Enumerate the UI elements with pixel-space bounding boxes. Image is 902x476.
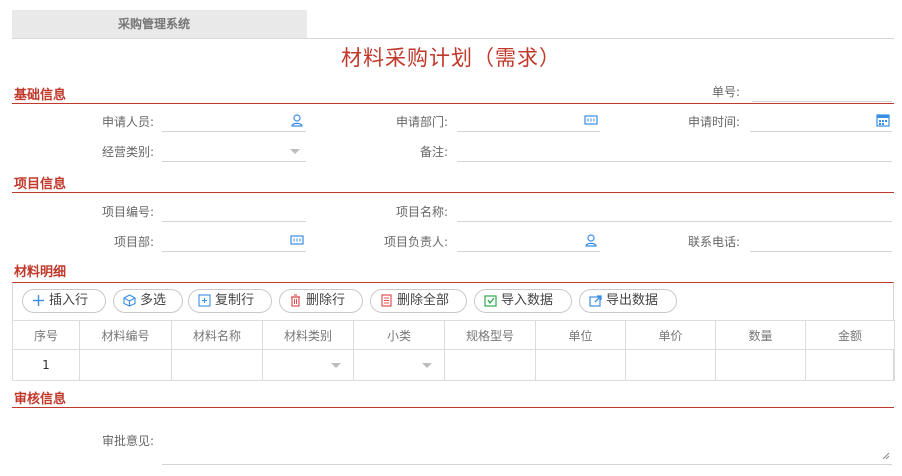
cell-unit-price[interactable] xyxy=(625,349,716,381)
clear-all-icon xyxy=(381,294,392,307)
project-dept-field[interactable] xyxy=(162,228,306,252)
multi-select-label: 多选 xyxy=(140,293,167,308)
col-header-amount: 金额 xyxy=(805,320,895,350)
col-header-index: 序号 xyxy=(12,320,80,350)
materials-table: 序号 材料编号 材料名称 材料类别 小类 规格型号 单位 单价 数量 金额 1 xyxy=(12,320,895,381)
contact-phone-field[interactable] xyxy=(750,228,892,252)
user-icon[interactable] xyxy=(290,113,304,127)
section-project-info: 项目信息 xyxy=(12,171,894,193)
applicant-field[interactable] xyxy=(162,108,306,132)
import-icon xyxy=(484,295,497,307)
plus-icon xyxy=(33,295,44,306)
chevron-down-icon xyxy=(290,149,300,154)
page-title: 材料采购计划（需求） xyxy=(341,46,561,70)
calendar-icon[interactable] xyxy=(876,113,890,127)
table-header-row: 序号 材料编号 材料名称 材料类别 小类 规格型号 单位 单价 数量 金额 xyxy=(12,320,895,350)
top-divider xyxy=(12,38,894,39)
section-title-materials: 材料明细 xyxy=(14,265,67,280)
org-picker-icon[interactable] xyxy=(290,233,304,247)
col-header-unit-price: 单价 xyxy=(625,320,716,350)
table-row: 1 xyxy=(12,349,895,381)
order-no-label: 单号: xyxy=(711,85,740,99)
cell-material-code[interactable] xyxy=(79,349,172,381)
trash-icon xyxy=(291,294,300,307)
chevron-down-icon xyxy=(331,363,341,368)
org-picker-icon[interactable] xyxy=(584,113,598,127)
project-lead-field[interactable] xyxy=(457,228,600,252)
cell-spec[interactable] xyxy=(444,349,536,381)
business-type-select[interactable] xyxy=(162,138,306,162)
delete-all-label: 删除全部 xyxy=(397,293,450,308)
section-title-project: 项目信息 xyxy=(14,177,67,192)
cell-index: 1 xyxy=(12,349,80,381)
department-label: 申请部门: xyxy=(395,115,448,129)
opinion-textarea[interactable] xyxy=(162,425,892,465)
remark-label: 备注: xyxy=(419,145,448,159)
section-title-review: 审核信息 xyxy=(14,392,67,407)
project-no-label: 项目编号: xyxy=(101,205,154,219)
col-header-subcategory: 小类 xyxy=(353,320,445,350)
multi-select-button[interactable]: 多选 xyxy=(113,289,183,313)
resize-handle-icon[interactable] xyxy=(882,452,890,460)
section-materials: 材料明细 xyxy=(12,259,894,281)
project-no-field[interactable] xyxy=(162,198,306,222)
copy-row-label: 复制行 xyxy=(215,293,255,308)
export-data-button[interactable]: 导出数据 xyxy=(579,289,677,313)
import-data-label: 导入数据 xyxy=(501,293,554,308)
delete-row-button[interactable]: 删除行 xyxy=(279,289,363,313)
copy-icon xyxy=(198,294,211,307)
import-data-button[interactable]: 导入数据 xyxy=(474,289,572,313)
remark-field[interactable] xyxy=(457,138,892,162)
app-tab[interactable]: 采购管理系统 xyxy=(12,10,307,38)
department-field[interactable] xyxy=(457,108,600,132)
applicant-label: 申请人员: xyxy=(101,115,154,129)
col-header-material-code: 材料编号 xyxy=(79,320,172,350)
section-review-info: 审核信息 xyxy=(12,386,894,408)
cell-subcategory[interactable] xyxy=(353,349,445,381)
project-name-field[interactable] xyxy=(457,198,892,222)
user-icon[interactable] xyxy=(584,233,598,247)
col-header-unit: 单位 xyxy=(535,320,626,350)
cell-amount[interactable] xyxy=(805,349,895,381)
cell-quantity[interactable] xyxy=(715,349,806,381)
cube-icon xyxy=(123,294,136,307)
col-header-material-category: 材料类别 xyxy=(262,320,354,350)
export-data-label: 导出数据 xyxy=(606,293,659,308)
copy-row-button[interactable]: 复制行 xyxy=(188,289,272,313)
chevron-down-icon xyxy=(422,363,432,368)
contact-phone-label: 联系电话: xyxy=(687,235,740,249)
cell-unit[interactable] xyxy=(535,349,626,381)
section-title-basic: 基础信息 xyxy=(14,88,67,103)
cell-material-category[interactable] xyxy=(262,349,354,381)
order-no-field[interactable] xyxy=(752,78,892,102)
delete-all-button[interactable]: 删除全部 xyxy=(370,289,467,313)
cell-material-name[interactable] xyxy=(171,349,263,381)
apply-time-label: 申请时间: xyxy=(687,115,740,129)
project-dept-label: 项目部: xyxy=(113,235,154,249)
export-icon xyxy=(589,295,602,307)
col-header-spec: 规格型号 xyxy=(444,320,536,350)
col-header-quantity: 数量 xyxy=(715,320,806,350)
project-lead-label: 项目负责人: xyxy=(383,235,448,249)
delete-row-label: 删除行 xyxy=(306,293,346,308)
apply-time-field[interactable] xyxy=(750,108,892,132)
col-header-material-name: 材料名称 xyxy=(171,320,263,350)
opinion-label: 审批意见: xyxy=(101,434,154,448)
business-type-label: 经营类别: xyxy=(101,145,154,159)
insert-row-label: 插入行 xyxy=(49,293,89,308)
insert-row-button[interactable]: 插入行 xyxy=(22,289,106,313)
project-name-label: 项目名称: xyxy=(395,205,448,219)
